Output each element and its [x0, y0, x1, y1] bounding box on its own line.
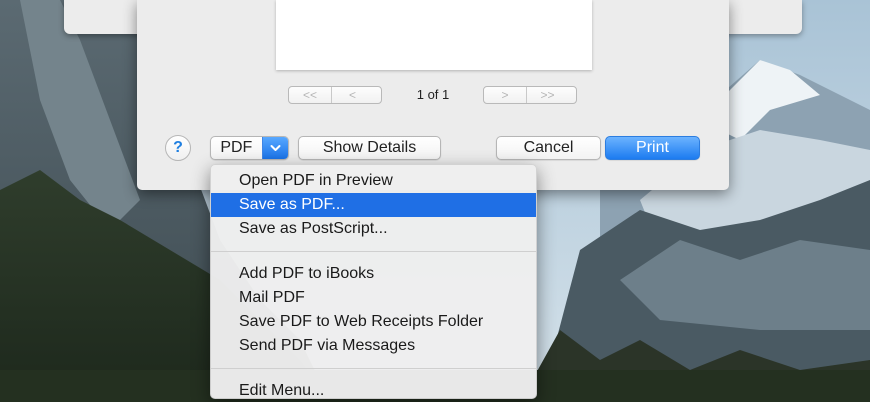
print-preview-page — [276, 0, 592, 70]
previous-page-button[interactable]: < — [331, 87, 373, 103]
pdf-dropdown-menu: Open PDF in Preview Save as PDF... Save … — [210, 164, 537, 399]
chevron-down-icon — [261, 137, 288, 159]
show-details-button[interactable]: Show Details — [298, 136, 441, 160]
pdf-button-label: PDF — [220, 139, 253, 156]
cancel-button[interactable]: Cancel — [496, 136, 601, 160]
menu-item-save-pdf-to-web-receipts[interactable]: Save PDF to Web Receipts Folder — [211, 310, 536, 334]
print-button[interactable]: Print — [605, 136, 700, 160]
first-page-button[interactable]: << — [289, 87, 331, 103]
last-page-button[interactable]: >> — [526, 87, 568, 103]
menu-item-send-pdf-via-messages[interactable]: Send PDF via Messages — [211, 334, 536, 358]
print-dialog: << < 1 of 1 > >> ? PDF Show Details Canc… — [137, 0, 729, 190]
page-nav-forward-group: > >> — [483, 86, 577, 104]
menu-separator — [211, 368, 536, 369]
menu-item-mail-pdf[interactable]: Mail PDF — [211, 286, 536, 310]
menu-item-edit-menu[interactable]: Edit Menu... — [211, 379, 536, 402]
menu-item-save-as-postscript[interactable]: Save as PostScript... — [211, 217, 536, 241]
help-button[interactable]: ? — [165, 135, 191, 161]
pdf-menu-button[interactable]: PDF — [210, 136, 289, 160]
menu-item-save-as-pdf[interactable]: Save as PDF... — [211, 193, 536, 217]
page-nav-back-group: << < — [288, 86, 382, 104]
page-counter: 1 of 1 — [416, 87, 450, 102]
menu-item-add-pdf-to-ibooks[interactable]: Add PDF to iBooks — [211, 262, 536, 286]
menu-item-open-pdf-in-preview[interactable]: Open PDF in Preview — [211, 169, 536, 193]
next-page-button[interactable]: > — [484, 87, 526, 103]
menu-separator — [211, 251, 536, 252]
question-icon: ? — [173, 139, 183, 156]
